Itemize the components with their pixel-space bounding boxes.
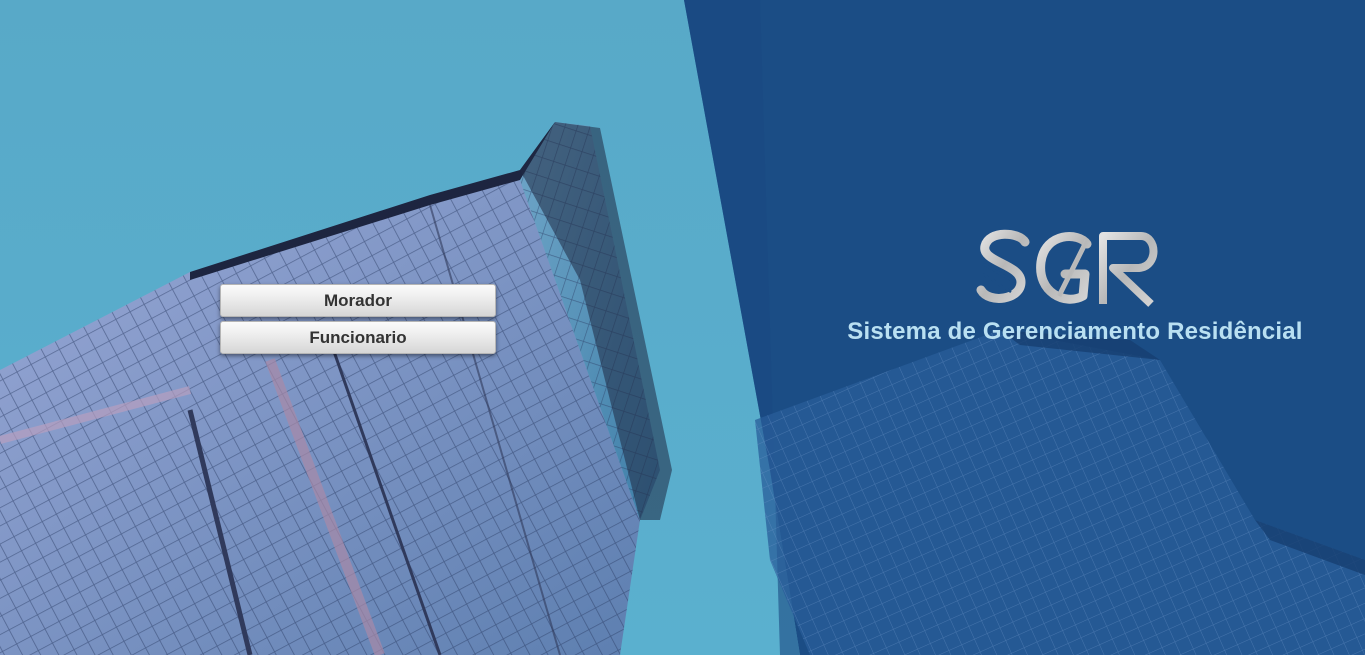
morador-button[interactable]: Morador: [220, 284, 496, 317]
sgr-logo: [976, 229, 1158, 307]
user-type-button-group: Morador Funcionario: [220, 284, 496, 358]
brand-area: Sistema de Gerenciamento Residêncial: [820, 226, 1330, 346]
login-screen: Morador Funcionario Sistema de Gerenciam: [0, 0, 1365, 655]
system-subtitle: Sistema de Gerenciamento Residêncial: [847, 318, 1303, 345]
funcionario-button[interactable]: Funcionario: [220, 321, 496, 354]
